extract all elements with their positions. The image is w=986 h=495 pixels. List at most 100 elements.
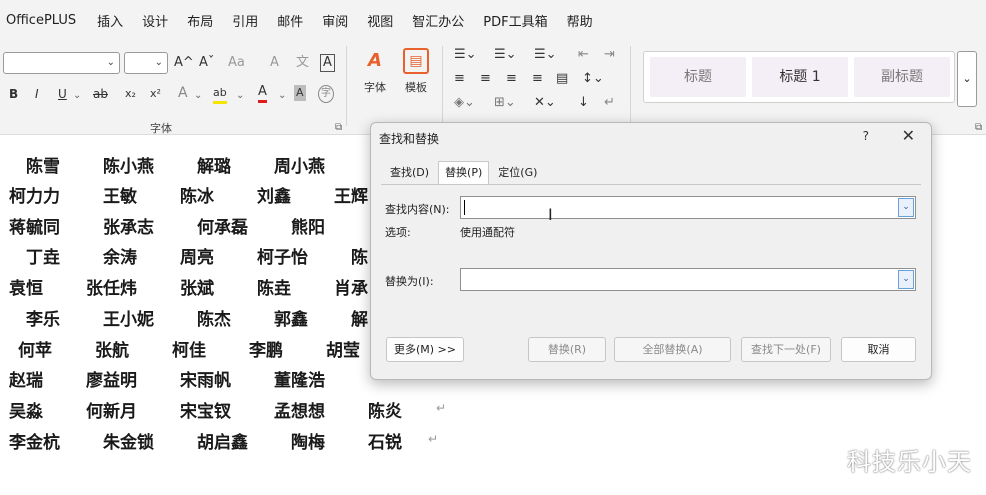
chevron-down-icon[interactable]: ⌄ xyxy=(194,88,202,104)
replace-all-button[interactable]: 全部替换(A) xyxy=(614,337,731,362)
options-value: 使用通配符 xyxy=(460,226,515,239)
font-group-label: 字体 xyxy=(150,122,172,135)
menu-layout[interactable]: 布局 xyxy=(187,11,213,30)
subscript-icon[interactable]: x₂ xyxy=(125,86,136,102)
style-subtitle[interactable]: 副标题 xyxy=(854,57,950,97)
ribbon: ⌄ ⌄ A^ Aˇ Aa A 文 A B I U ⌄ ab x₂ x² A ⌄ … xyxy=(0,40,986,135)
bullets-icon[interactable]: ☰⌄ xyxy=(454,47,477,63)
multilevel-list-icon[interactable]: ☰⌄ xyxy=(534,47,557,63)
dialog-launcher-icon[interactable]: ⧉ xyxy=(975,120,982,136)
show-marks-icon[interactable]: ↵ xyxy=(604,95,615,111)
styles-more-button[interactable]: ⌄ xyxy=(957,51,977,107)
name-cell: 刘鑫 xyxy=(257,187,291,207)
template-button[interactable]: ▤ 模板 xyxy=(398,48,434,95)
template-button-label: 模板 xyxy=(405,81,427,94)
italic-icon[interactable]: I xyxy=(35,86,39,102)
superscript-icon[interactable]: x² xyxy=(150,86,161,102)
character-shading-icon[interactable]: A xyxy=(294,85,306,101)
name-cell: 周小燕 xyxy=(274,157,325,177)
name-cell: 柯力力 xyxy=(9,187,60,207)
borders-icon[interactable]: ⊞⌄ xyxy=(494,95,516,111)
line-spacing-icon[interactable]: ↕⌄ xyxy=(582,71,604,87)
asian-layout-icon[interactable]: ✕⌄ xyxy=(534,95,556,111)
decrease-indent-icon[interactable]: ⇤ xyxy=(578,47,589,63)
help-icon[interactable]: ? xyxy=(863,129,869,143)
change-case-icon[interactable]: Aa xyxy=(228,55,245,71)
phonetic-guide-icon[interactable]: 文 xyxy=(296,55,309,71)
name-cell: 肖承 xyxy=(334,279,368,299)
cancel-button[interactable]: 取消 xyxy=(841,337,916,362)
text-effects-icon[interactable]: A xyxy=(178,85,188,101)
find-what-label: 查找内容(N): xyxy=(385,203,450,216)
highlight-icon[interactable]: ab xyxy=(213,85,227,104)
menu-officeplus[interactable]: OfficePLUS xyxy=(6,13,76,28)
menu-references[interactable]: 引用 xyxy=(232,11,258,30)
more-button[interactable]: 更多(M) >> xyxy=(386,337,464,362)
justify-icon[interactable]: ≡ xyxy=(532,71,543,87)
align-center-icon[interactable]: ≡ xyxy=(480,71,491,87)
chevron-down-icon[interactable]: ⌄ xyxy=(236,88,244,104)
name-cell: 李金杭 xyxy=(9,433,60,453)
menu-bar: OfficePLUS 插入 设计 布局 引用 邮件 审阅 视图 智汇办公 PDF… xyxy=(0,0,986,40)
numbering-icon[interactable]: ☰⌄ xyxy=(494,47,517,63)
style-heading-1[interactable]: 标题 1 xyxy=(752,57,848,97)
menu-view[interactable]: 视图 xyxy=(367,11,393,30)
enclose-characters-icon[interactable]: 字 xyxy=(318,85,334,103)
style-heading[interactable]: 标题 xyxy=(650,57,746,97)
menu-zhihui[interactable]: 智汇办公 xyxy=(412,11,464,30)
replace-panel: 查找内容(N): ⌄ 选项: 使用通配符 替换为(I): ⌄ xyxy=(381,184,921,314)
name-cell: 宋雨帆 xyxy=(180,371,231,391)
grow-font-icon[interactable]: A^ xyxy=(174,55,194,71)
increase-indent-icon[interactable]: ⇥ xyxy=(604,47,615,63)
name-cell: 何承磊 xyxy=(197,218,248,238)
menu-insert[interactable]: 插入 xyxy=(97,11,123,30)
shrink-font-icon[interactable]: Aˇ xyxy=(199,55,214,71)
paragraph-mark: ↵ xyxy=(428,432,439,446)
text-caret xyxy=(464,200,465,215)
replace-with-input[interactable]: ⌄ xyxy=(460,268,916,291)
tab-goto[interactable]: 定位(G) xyxy=(491,161,544,185)
font-button-label: 字体 xyxy=(364,81,386,94)
strikethrough-icon[interactable]: ab xyxy=(93,86,108,102)
replace-button[interactable]: 替换(R) xyxy=(528,337,606,362)
font-color-icon[interactable]: A xyxy=(258,84,267,103)
find-next-button[interactable]: 查找下一处(F) xyxy=(741,337,831,362)
chevron-down-icon[interactable]: ⌄ xyxy=(898,270,914,289)
sort-icon[interactable]: ↓ xyxy=(578,95,589,111)
ribbon-separator xyxy=(346,46,347,126)
distributed-icon[interactable]: ▤ xyxy=(556,71,568,87)
font-size-combo[interactable]: ⌄ xyxy=(124,52,168,74)
font-button[interactable]: A 字体 xyxy=(357,48,393,95)
tab-replace[interactable]: 替换(P) xyxy=(438,161,490,185)
chevron-down-icon[interactable]: ⌄ xyxy=(898,198,914,217)
name-cell: 蒋毓同 xyxy=(9,218,60,238)
character-border-icon[interactable]: A xyxy=(320,54,335,72)
find-what-input[interactable]: ⌄ xyxy=(460,196,916,219)
font-icon: A xyxy=(368,50,382,71)
chevron-down-icon[interactable]: ⌄ xyxy=(73,88,81,104)
styles-gallery: 标题 标题 1 副标题 xyxy=(643,51,955,103)
dialog-launcher-icon[interactable]: ⧉ xyxy=(335,120,342,136)
menu-design[interactable]: 设计 xyxy=(142,11,168,30)
name-cell: 胡莹 xyxy=(326,341,360,361)
shading-icon[interactable]: ◈⌄ xyxy=(454,95,475,111)
tab-find[interactable]: 查找(D) xyxy=(383,161,436,185)
name-cell: 赵瑞 xyxy=(9,371,43,391)
close-icon[interactable]: ✕ xyxy=(902,126,915,145)
name-cell: 陈小燕 xyxy=(103,157,154,177)
menu-review[interactable]: 审阅 xyxy=(322,11,348,30)
font-name-combo[interactable]: ⌄ xyxy=(3,52,120,74)
watermark: 科技乐小天 xyxy=(847,448,972,476)
menu-mailings[interactable]: 邮件 xyxy=(277,11,303,30)
clear-format-icon[interactable]: A xyxy=(270,55,279,71)
align-right-icon[interactable]: ≡ xyxy=(506,71,517,87)
chevron-down-icon: ⌄ xyxy=(154,57,163,68)
align-left-icon[interactable]: ≡ xyxy=(454,71,465,87)
chevron-down-icon[interactable]: ⌄ xyxy=(278,88,286,104)
chevron-down-icon: ⌄ xyxy=(962,72,972,85)
menu-pdf-tools[interactable]: PDF工具箱 xyxy=(483,11,547,30)
name-cell: 周亮 xyxy=(180,248,214,268)
menu-help[interactable]: 帮助 xyxy=(567,11,593,30)
bold-icon[interactable]: B xyxy=(9,86,18,102)
underline-icon[interactable]: U xyxy=(58,86,67,102)
